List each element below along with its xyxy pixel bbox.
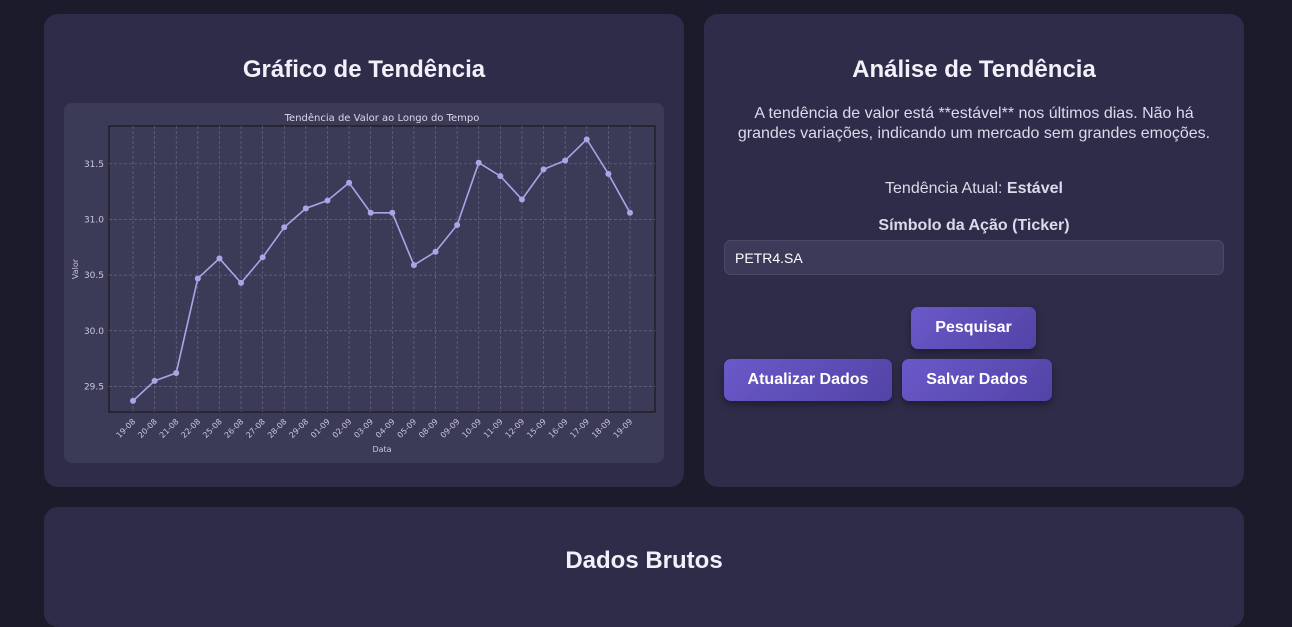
x-tick-label: 29-08: [287, 417, 310, 440]
y-tick-label: 30.0: [84, 327, 104, 337]
y-tick-label: 29.5: [84, 382, 104, 392]
data-point: [194, 275, 201, 282]
analysis-title: Análise de Tendência: [852, 56, 1096, 83]
data-point: [583, 136, 590, 143]
data-point: [367, 209, 374, 216]
trend-chart-svg: 29.5 30.0 30.5 31.0 31.5 19-0820-0821-0822-08…: [71, 112, 656, 454]
x-tick-label: 11-09: [482, 417, 505, 440]
update-data-button[interactable]: Atualizar Dados: [724, 359, 892, 401]
data-point: [432, 248, 439, 255]
data-point: [151, 377, 158, 384]
search-button[interactable]: Pesquisar: [911, 307, 1036, 349]
x-tick-label: 22-08: [179, 417, 202, 440]
x-tick-label: 10-09: [460, 417, 483, 440]
series-line: [132, 138, 631, 402]
data-point: [259, 254, 266, 261]
data-point: [389, 209, 396, 216]
data-point: [410, 262, 417, 269]
analysis-card: Análise de Tendência A tendência de valo…: [704, 14, 1244, 487]
x-tick-label: 04-09: [374, 417, 397, 440]
data-point: [324, 197, 331, 204]
data-point: [605, 170, 612, 177]
data-point: [238, 279, 245, 286]
data-point: [454, 222, 461, 229]
x-tick-label: 15-09: [525, 417, 548, 440]
trend-description: A tendência de valor está **estável** no…: [737, 105, 1211, 142]
x-tick-label: 19-09: [612, 417, 635, 440]
chart-title: Tendência de Valor ao Longo do Tempo: [284, 112, 480, 124]
raw-data-title: Dados Brutos: [565, 547, 723, 574]
ticker-label: Símbolo da Ação (Ticker): [878, 217, 1070, 234]
data-point: [346, 179, 353, 186]
x-tick-label: 17-09: [568, 417, 591, 440]
x-axis-label: Data: [372, 445, 391, 454]
x-tick-label: 26-08: [223, 417, 246, 440]
data-point: [302, 205, 309, 212]
data-point: [627, 209, 633, 216]
data-point: [540, 166, 547, 173]
current-trend: Tendência Atual: Estável: [704, 180, 1244, 198]
x-tick-label: 25-08: [201, 417, 224, 440]
ticker-input[interactable]: [724, 240, 1224, 275]
data-point: [497, 173, 504, 180]
x-tick-label: 02-09: [331, 417, 354, 440]
data-point: [518, 196, 525, 203]
raw-data-card: Dados Brutos: [44, 507, 1244, 627]
x-tick-label: 28-08: [266, 417, 289, 440]
x-tick-label: 20-08: [136, 417, 159, 440]
x-tick-label: 19-08: [115, 417, 138, 440]
x-tick-label: 12-09: [504, 417, 527, 440]
y-tick-label: 31.0: [84, 215, 104, 225]
trend-chart: 29.5 30.0 30.5 31.0 31.5 19-08 20-08 21-08 22-08…: [64, 103, 664, 463]
chart-card: Gráfico de Tendência 29.5 30.0 30.5 31.0 31.…: [44, 14, 684, 487]
x-tick-label: 21-08: [158, 417, 181, 440]
data-point: [130, 397, 136, 404]
current-trend-label: Tendência Atual:: [885, 180, 1003, 197]
x-tick-label: 05-09: [396, 417, 419, 440]
current-trend-value: Estável: [1006, 180, 1063, 197]
data-point: [562, 157, 569, 164]
data-point: [173, 370, 180, 377]
x-tick-label: 03-09: [352, 417, 375, 440]
data-point: [475, 159, 482, 166]
data-point: [281, 224, 288, 231]
y-tick-label: 31.5: [84, 160, 104, 170]
y-axis-label: Valor: [71, 258, 80, 279]
x-tick-label: 16-09: [547, 417, 570, 440]
x-tick-label: 01-09: [309, 417, 332, 440]
x-tick-label: 08-09: [417, 417, 440, 440]
plot-frame: [108, 125, 656, 413]
x-tick-label: 09-09: [439, 417, 462, 440]
data-point: [216, 255, 223, 262]
y-tick-label: 30.5: [84, 271, 104, 281]
save-data-button[interactable]: Salvar Dados: [902, 359, 1052, 401]
x-tick-label: 18-09: [590, 417, 613, 440]
x-tick-label: 27-08: [244, 417, 267, 440]
chart-card-title: Gráfico de Tendência: [242, 56, 486, 83]
